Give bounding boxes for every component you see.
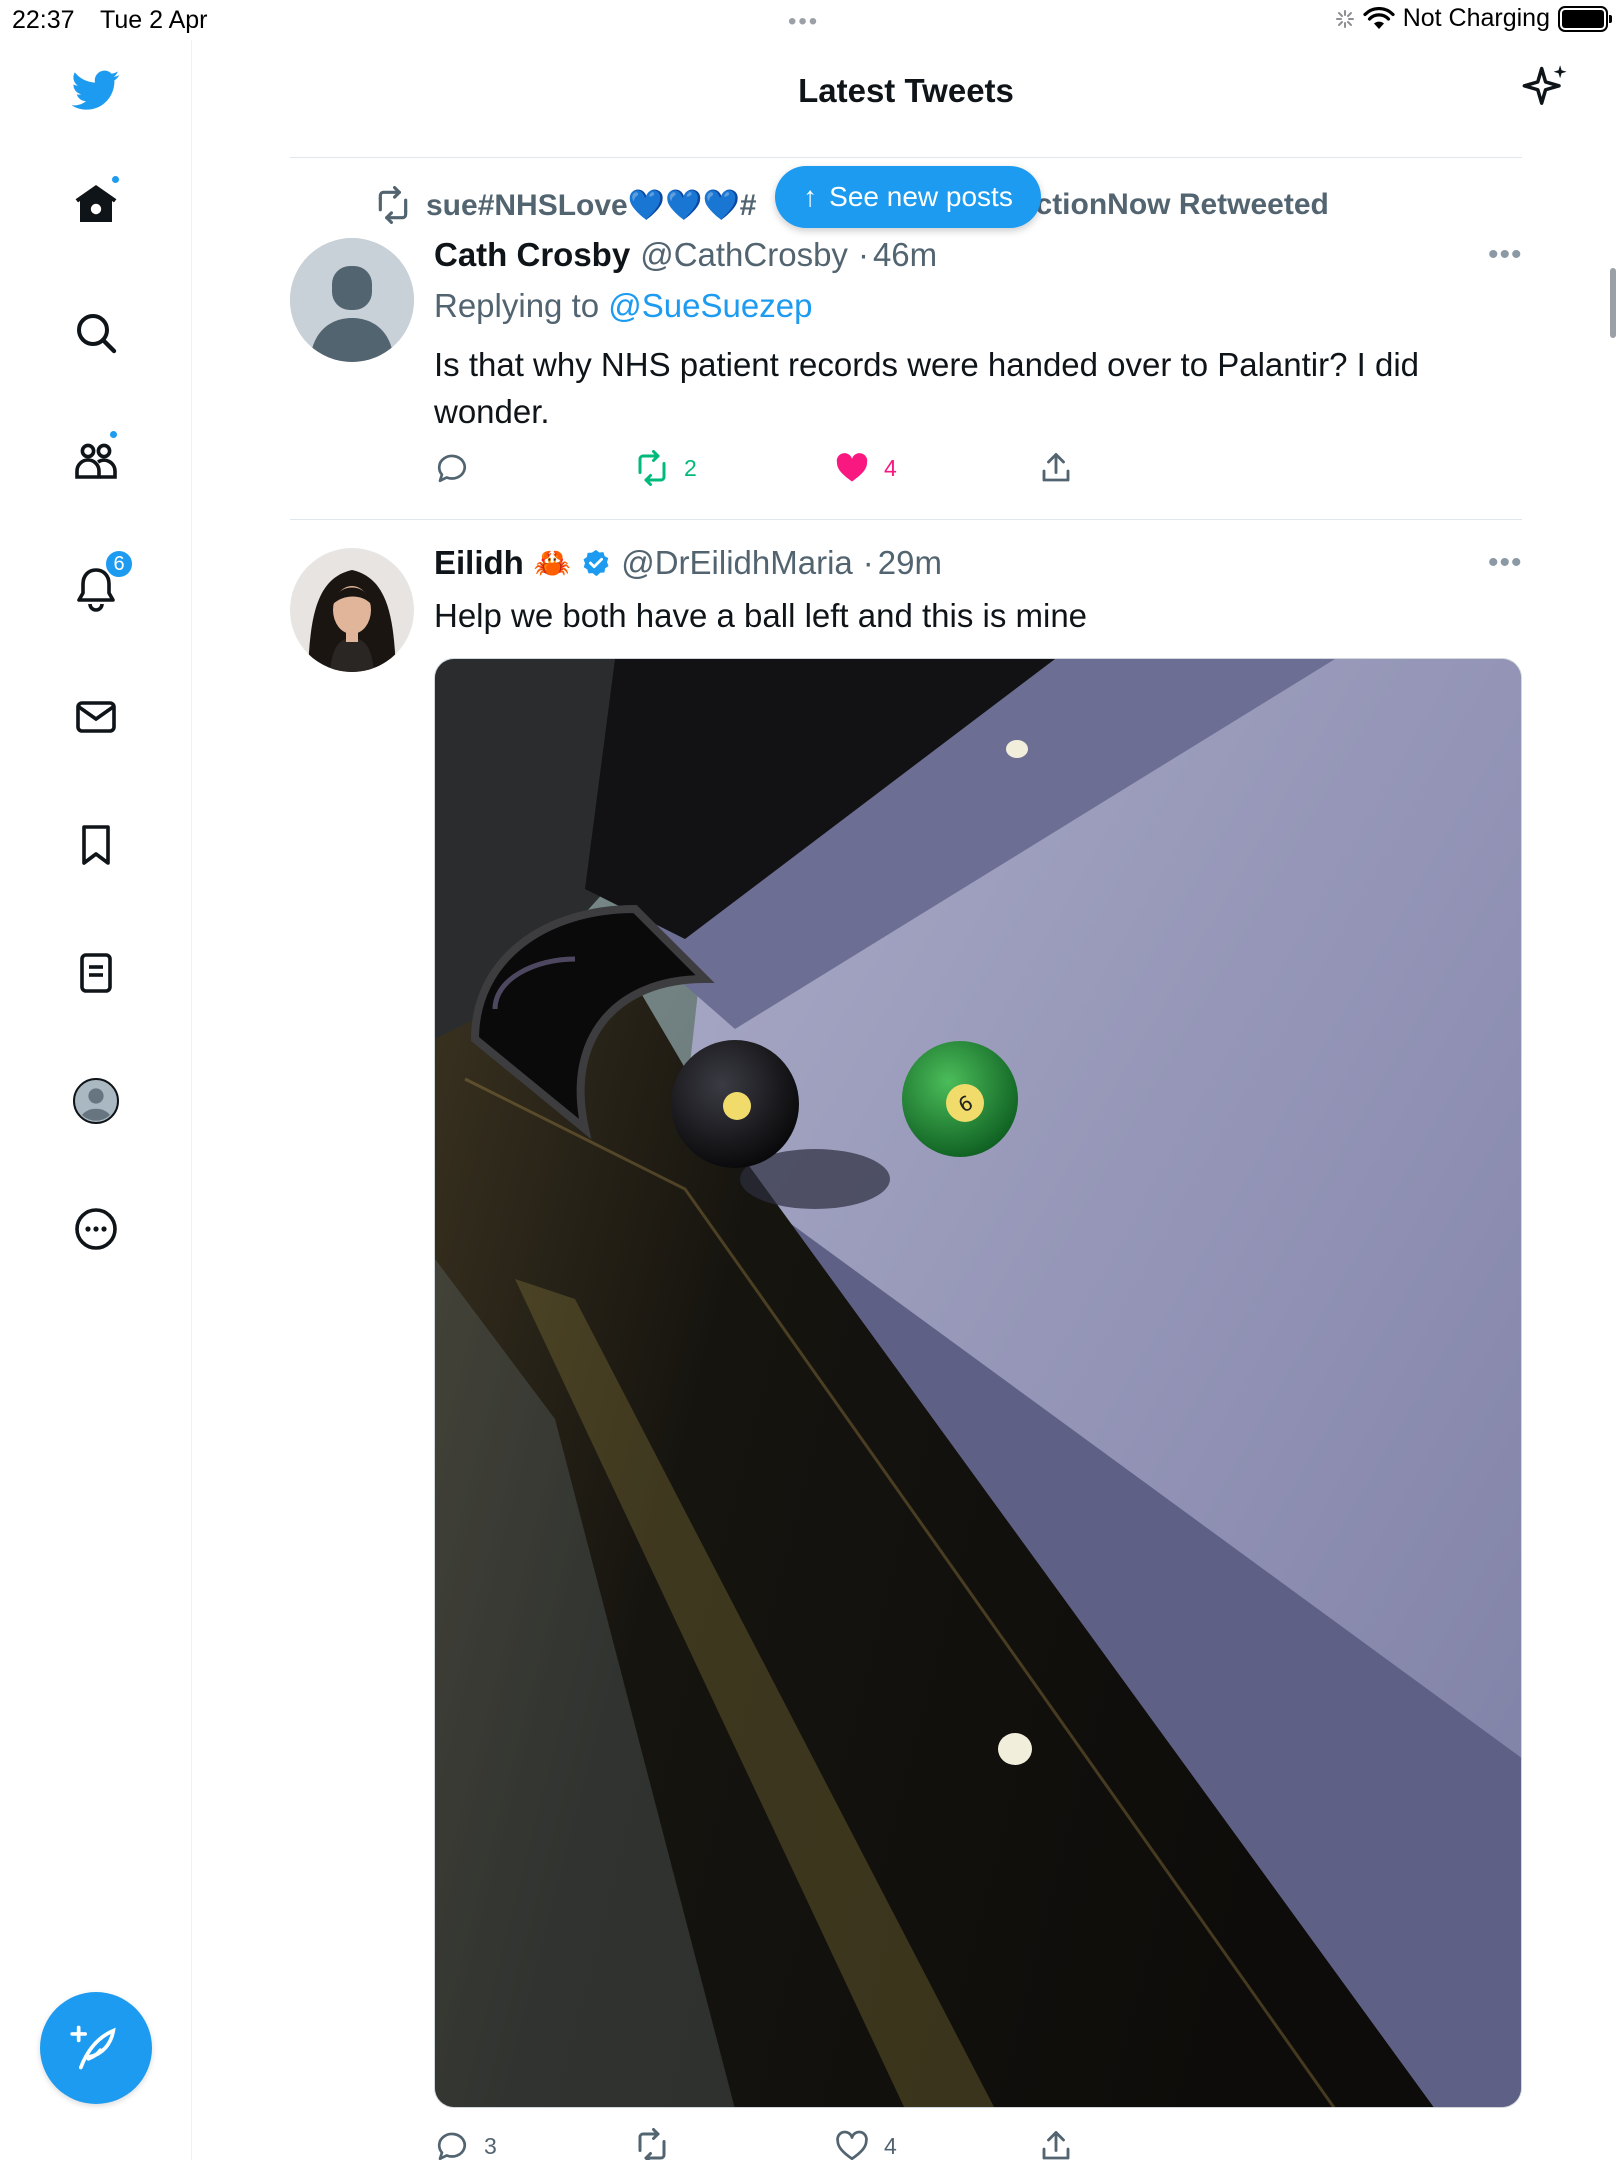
see-new-posts-button[interactable]: ↑ See new posts [775, 166, 1041, 228]
status-time: 22:37 [12, 6, 75, 34]
reply-button[interactable] [434, 450, 470, 486]
sidebar-item-search[interactable] [64, 301, 128, 365]
avatar[interactable] [290, 238, 414, 362]
compose-feather-icon [70, 2025, 116, 2070]
tweet-text: Is that why NHS patient records were han… [434, 346, 1420, 430]
home-icon [75, 185, 117, 222]
communities-unread-dot [108, 429, 119, 440]
sidebar-item-lists[interactable] [64, 941, 128, 1005]
user-photo-avatar [290, 548, 414, 672]
arrow-up-icon: ↑ [803, 181, 818, 212]
tweet-time[interactable]: 29m [878, 544, 942, 582]
status-right: Not Charging [1335, 4, 1612, 33]
see-new-posts-label: See new posts [829, 181, 1013, 212]
retweet-button[interactable]: 2 [634, 450, 697, 486]
sidebar-item-messages[interactable] [64, 685, 128, 749]
retweet-button[interactable] [634, 2128, 670, 2160]
reply-icon [437, 2132, 467, 2160]
compose-tweet-button[interactable] [40, 1992, 152, 2104]
retweet-count: 2 [684, 454, 697, 481]
page-title[interactable]: Latest Tweets [290, 72, 1522, 110]
like-button[interactable]: 4 [834, 450, 897, 486]
default-avatar-icon [290, 238, 414, 362]
tweet-more-button[interactable]: ••• [1488, 238, 1523, 272]
author-handle[interactable]: @CathCrosby [640, 236, 848, 274]
share-icon [1042, 2131, 1070, 2160]
communities-icon [75, 443, 117, 479]
pool-table-photo: 6 [435, 659, 1521, 2107]
tweet-author: Eilidh 🦀 @DrEilidhMaria · 29m [434, 544, 942, 582]
retweet-icon [638, 2128, 666, 2160]
tweet-divider [290, 519, 1522, 520]
bookmark-icon [82, 825, 110, 865]
author-name[interactable]: Eilidh [434, 544, 524, 582]
sidebar-item-communities[interactable] [64, 429, 128, 493]
tweet-actions: 3 4 [434, 2128, 1154, 2160]
twitter-logo-button[interactable] [64, 58, 128, 122]
notifications-count-badge: 6 [104, 549, 134, 579]
sidebar-item-bookmarks[interactable] [64, 813, 128, 877]
like-count: 4 [884, 454, 897, 481]
author-name[interactable]: Cath Crosby [434, 236, 630, 274]
replying-prefix: Replying to [434, 287, 600, 324]
share-icon [1042, 453, 1070, 482]
retweeted-by-name: sue#NHSLove💙💙💙# [426, 188, 757, 222]
heart-filled-icon [836, 453, 868, 482]
heart-outline-icon [836, 2130, 868, 2160]
battery-icon [1558, 5, 1612, 32]
separator-dot: · [862, 544, 874, 581]
tweet-more-button[interactable]: ••• [1488, 546, 1523, 580]
separator-dot: · [857, 236, 869, 273]
avatar[interactable] [290, 548, 414, 672]
timeline-header: Latest Tweets [290, 40, 1567, 158]
retweet-icon [638, 450, 666, 486]
loading-spinner-icon [1335, 9, 1354, 28]
replying-to-link[interactable]: @SueSuezep [608, 287, 812, 324]
verified-badge-icon [583, 549, 609, 576]
retweeted-suffix: lectionNow Retweeted [1010, 188, 1329, 221]
author-emoji: 🦀 [533, 546, 572, 580]
reply-icon [437, 454, 467, 483]
status-bar: 22:37 Tue 2 Apr ••• Not Charging [0, 0, 1620, 40]
sidebar-item-notifications[interactable]: 6 [64, 549, 134, 621]
sidebar-item-home[interactable] [64, 172, 128, 236]
more-circle-icon [75, 1208, 117, 1250]
reply-button[interactable]: 3 [434, 2128, 497, 2160]
home-unread-dot [110, 174, 121, 185]
tweet-time[interactable]: 46m [873, 236, 937, 274]
sidebar-item-profile[interactable] [64, 1069, 128, 1133]
like-count: 4 [884, 2132, 897, 2159]
profile-avatar-icon [73, 1078, 119, 1124]
tweet-photo[interactable]: 6 [434, 658, 1522, 2108]
envelope-icon [76, 701, 116, 733]
multitasking-dots-icon[interactable]: ••• [788, 8, 819, 36]
replying-to: Replying to @SueSuezep [434, 287, 812, 325]
share-button[interactable] [1038, 2128, 1074, 2160]
twitter-bird-icon [72, 70, 120, 110]
wifi-icon [1363, 6, 1395, 29]
sidebar: 6 [0, 40, 192, 2160]
search-icon [77, 314, 117, 354]
status-date: Tue 2 Apr [100, 6, 208, 34]
scrollbar[interactable] [1610, 268, 1616, 338]
lists-icon [80, 953, 112, 993]
charging-status: Not Charging [1402, 4, 1550, 32]
like-button[interactable]: 4 [834, 2128, 897, 2160]
tweet-text: Help we both have a ball left and this i… [434, 597, 1088, 634]
tweet-author: Cath Crosby @CathCrosby · 46m [434, 236, 937, 274]
sparkle-timeline-toggle-icon[interactable] [1520, 62, 1572, 114]
retweet-icon [378, 186, 408, 224]
share-button[interactable] [1038, 450, 1074, 486]
author-handle[interactable]: @DrEilidhMaria [621, 544, 853, 582]
sidebar-item-more[interactable] [64, 1197, 128, 1261]
tweet-actions: 2 4 [434, 450, 1154, 494]
reply-count: 3 [484, 2132, 497, 2159]
